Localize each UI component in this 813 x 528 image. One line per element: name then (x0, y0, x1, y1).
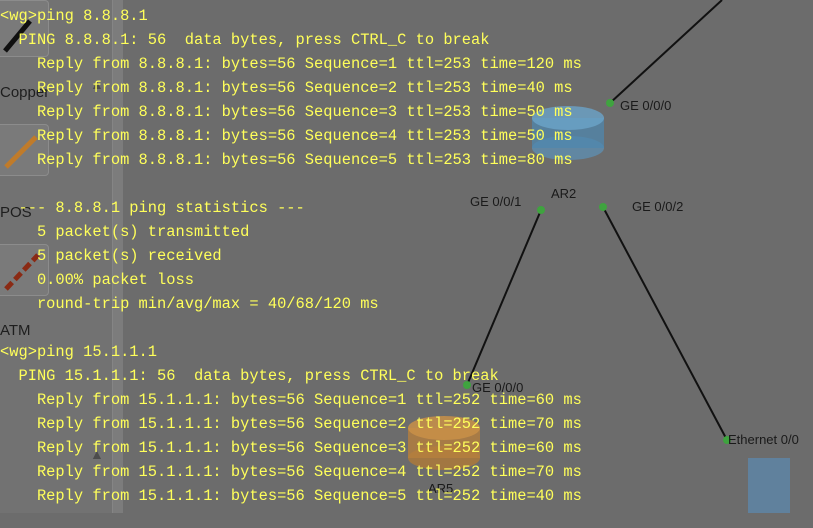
console-line: Reply from 15.1.1.1: bytes=56 Sequence=4… (0, 463, 582, 481)
console-line: 0.00% packet loss (0, 271, 194, 289)
console-line: Reply from 8.8.8.1: bytes=56 Sequence=3 … (0, 103, 573, 121)
console-line: <wg>ping 8.8.8.1 (0, 7, 148, 25)
console-line: Reply from 15.1.1.1: bytes=56 Sequence=5… (0, 487, 582, 505)
console-line: 5 packet(s) received (0, 247, 222, 265)
console-line: PING 15.1.1.1: 56 data bytes, press CTRL… (0, 367, 499, 385)
console-line: Reply from 8.8.8.1: bytes=56 Sequence=2 … (0, 79, 573, 97)
console-line: Reply from 15.1.1.1: bytes=56 Sequence=1… (0, 391, 582, 409)
console-line: <wg>ping 15.1.1.1 (0, 343, 158, 361)
console-line: 5 packet(s) transmitted (0, 223, 250, 241)
console-line: PING 8.8.8.1: 56 data bytes, press CTRL_… (0, 31, 490, 49)
console-line: Reply from 8.8.8.1: bytes=56 Sequence=1 … (0, 55, 582, 73)
console-line: Reply from 15.1.1.1: bytes=56 Sequence=3… (0, 439, 582, 457)
console-line: Reply from 8.8.8.1: bytes=56 Sequence=5 … (0, 151, 573, 169)
console-line: round-trip min/avg/max = 40/68/120 ms (0, 295, 379, 313)
console-line: Reply from 8.8.8.1: bytes=56 Sequence=4 … (0, 127, 573, 145)
console-output: <wg>ping 8.8.8.1 PING 8.8.8.1: 56 data b… (0, 0, 813, 513)
console-line: Reply from 15.1.1.1: bytes=56 Sequence=2… (0, 415, 582, 433)
console-line: --- 8.8.8.1 ping statistics --- (0, 199, 305, 217)
